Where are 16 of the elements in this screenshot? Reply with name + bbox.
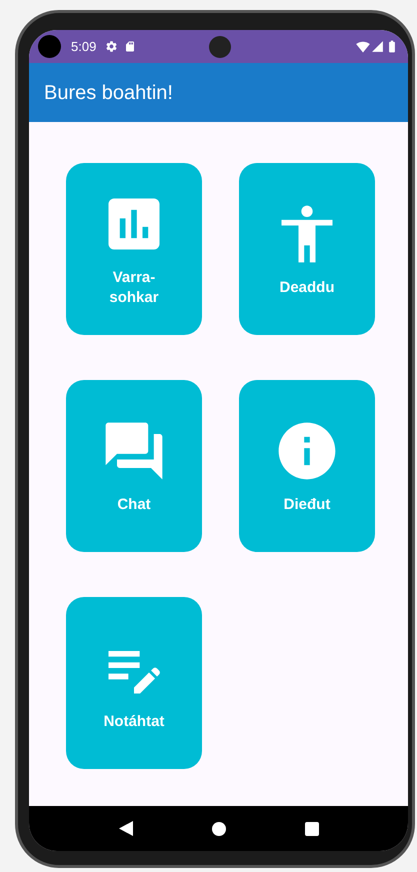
sd-card-icon [124, 40, 136, 53]
settings-icon [105, 40, 118, 53]
app-title: Bures boahtin! [44, 80, 173, 106]
recents-icon[interactable] [304, 822, 318, 836]
menu-tile[interactable]: Notáhtat [66, 597, 202, 769]
menu-tile[interactable]: Dieđut [239, 380, 375, 552]
home-icon[interactable] [212, 822, 226, 836]
wifi-icon [356, 40, 370, 54]
menu-tile[interactable]: Deaddu [239, 163, 375, 335]
camera-icon [209, 36, 231, 58]
back-icon[interactable] [118, 821, 132, 836]
menu-tile[interactable]: Varra-sohkar [66, 163, 202, 335]
signal-icon [371, 40, 384, 53]
camera-icon [38, 35, 61, 58]
menu-tile[interactable]: Chat [66, 380, 202, 552]
status-time: 5:09 [71, 38, 96, 56]
